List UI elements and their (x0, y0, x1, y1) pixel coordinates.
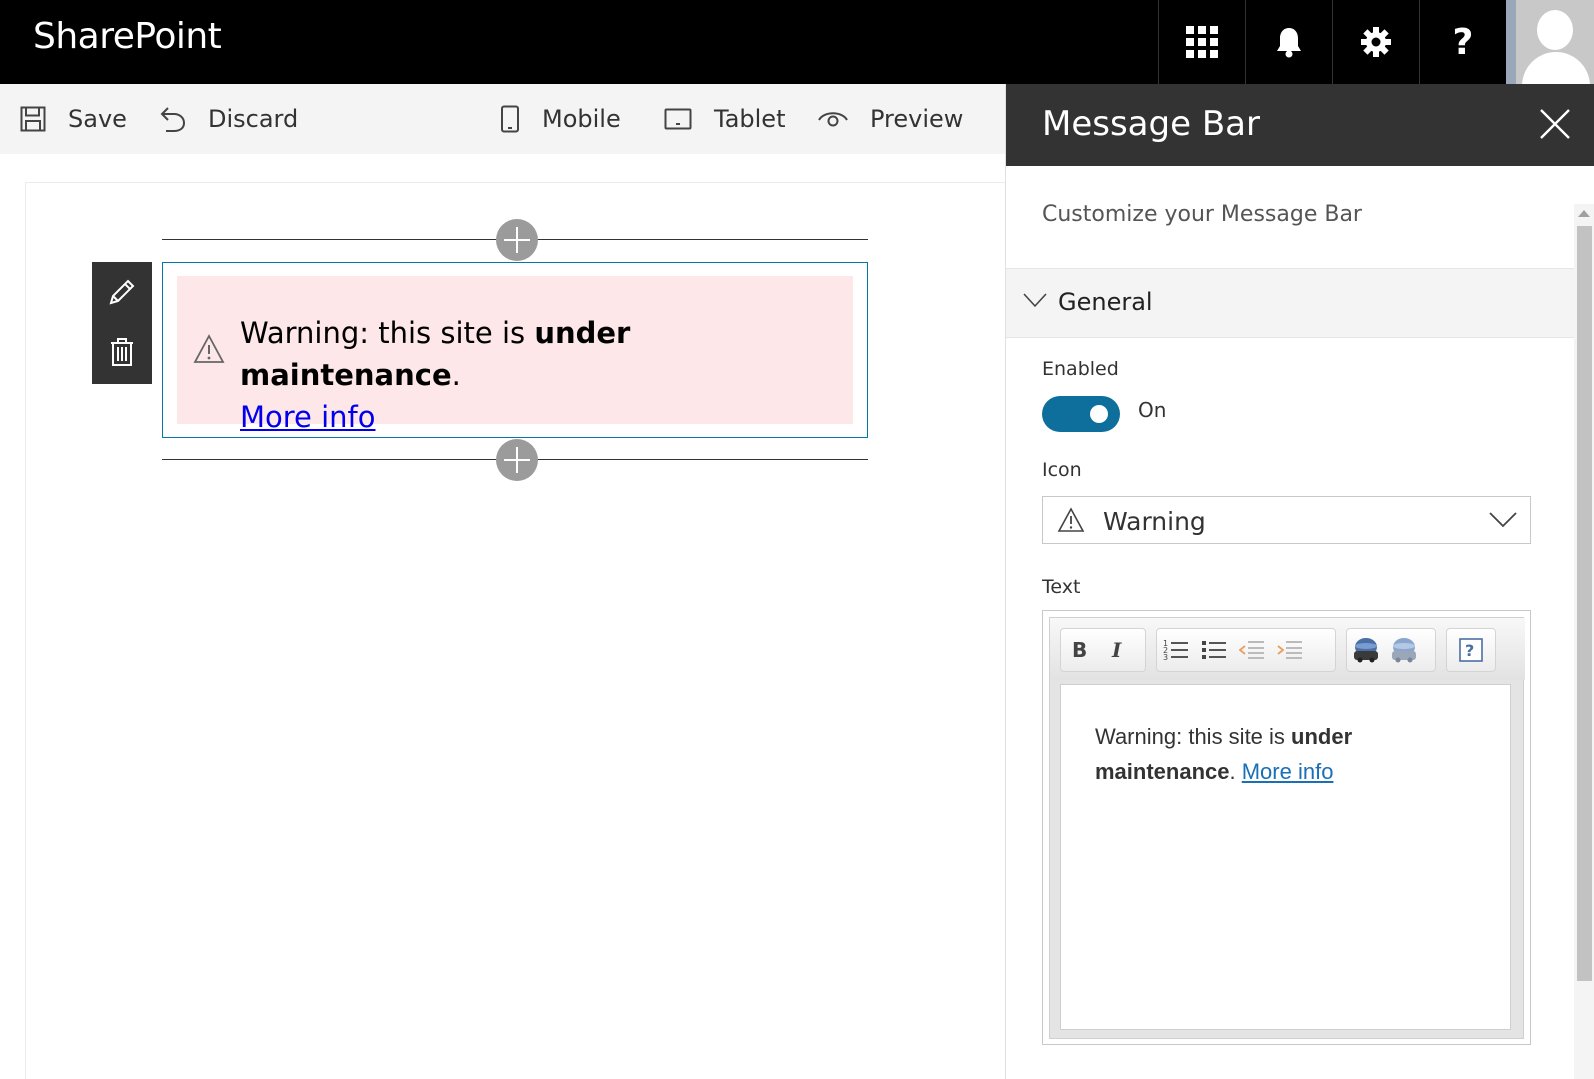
svg-text:I: I (1111, 639, 1122, 661)
mobile-button[interactable]: Mobile (500, 84, 621, 154)
add-webpart-above-button[interactable] (496, 219, 538, 261)
link-icon (1354, 638, 1378, 663)
suite-bar: SharePoint ? (0, 0, 1594, 84)
group-header-general[interactable]: General (1006, 268, 1574, 338)
warning-icon (193, 334, 225, 363)
editor-frame: B I 1 2 3 ? Warning: this site is under … (1049, 617, 1525, 1039)
delete-webpart-button[interactable] (92, 322, 152, 382)
italic-icon: I (1111, 639, 1122, 661)
editor-text-suffix: . (1229, 759, 1242, 784)
editor-text-prefix: Warning: this site is (1095, 724, 1292, 749)
webpart-toolbox (92, 262, 152, 384)
app-launcher-button[interactable] (1158, 0, 1245, 84)
group-label: General (1058, 288, 1153, 316)
help-group: ? (1446, 628, 1496, 672)
settings-button[interactable] (1332, 0, 1419, 84)
chevron-down-icon (1023, 293, 1047, 308)
rich-text-editor: B I 1 2 3 ? Warning: this site is under … (1042, 610, 1531, 1045)
brand-title[interactable]: SharePoint (33, 16, 222, 57)
trash-icon (111, 338, 133, 366)
toggle-knob (1090, 405, 1108, 423)
bell-icon (1277, 28, 1301, 58)
numbered-list-icon: 1 2 3 (1163, 639, 1188, 662)
decrease-indent-button[interactable] (1233, 630, 1271, 670)
enabled-toggle[interactable] (1042, 396, 1120, 432)
increase-indent-button[interactable] (1271, 630, 1309, 670)
pane-description: Customize your Message Bar (1042, 202, 1362, 227)
pencil-icon (109, 279, 135, 305)
save-button[interactable]: Save (20, 84, 127, 154)
tablet-icon (664, 108, 692, 130)
warning-icon (1057, 507, 1085, 532)
editor-toolbar: B I 1 2 3 ? (1050, 618, 1525, 680)
unlink-button[interactable] (1385, 630, 1423, 670)
svg-text:?: ? (1465, 641, 1474, 660)
bulleted-list-button[interactable] (1195, 630, 1233, 670)
message-text-suffix: . (451, 358, 461, 392)
tablet-button[interactable]: Tablet (664, 84, 785, 154)
avatar-head (1537, 10, 1573, 50)
scroll-up-icon[interactable] (1578, 210, 1590, 217)
editor-more-info-link[interactable]: More info (1242, 759, 1334, 784)
icon-dropdown-value: Warning (1103, 507, 1206, 536)
link-group (1346, 628, 1436, 672)
italic-button[interactable]: I (1099, 630, 1137, 670)
save-label: Save (68, 105, 127, 133)
editor-text: Warning: this site is under maintenance.… (1095, 719, 1475, 789)
pane-scrollbar[interactable] (1574, 204, 1594, 1079)
icon-label: Icon (1042, 459, 1082, 481)
avatar-body (1522, 52, 1590, 84)
toggle-state-text: On (1138, 398, 1167, 422)
notifications-button[interactable] (1245, 0, 1332, 84)
save-icon (20, 106, 46, 132)
help-icon: ? (1452, 21, 1474, 63)
tablet-label: Tablet (714, 105, 786, 133)
message-bar-webpart[interactable]: Warning: this site is under maintenance.… (162, 262, 868, 438)
undo-icon (160, 107, 186, 132)
more-info-link[interactable]: More info (240, 400, 376, 434)
format-group: B I (1060, 628, 1146, 672)
indent-icon (1277, 641, 1302, 659)
bold-icon: B (1072, 639, 1087, 661)
add-webpart-below-button[interactable] (496, 439, 538, 481)
text-label: Text (1042, 576, 1081, 598)
help-button[interactable]: ? (1419, 0, 1506, 84)
discard-label: Discard (208, 105, 299, 133)
bold-button[interactable]: B (1061, 630, 1099, 670)
unlink-icon (1392, 638, 1416, 663)
enabled-label: Enabled (1042, 358, 1119, 380)
scrollbar-thumb[interactable] (1577, 226, 1592, 981)
edit-webpart-button[interactable] (92, 262, 152, 322)
message-text-prefix: Warning: this site is (240, 316, 535, 350)
message-bar: Warning: this site is under maintenance.… (177, 276, 853, 434)
pane-header: Message Bar (1006, 84, 1594, 166)
mobile-icon (501, 105, 519, 133)
bulleted-list-icon (1202, 641, 1226, 659)
svg-text:B: B (1072, 639, 1087, 661)
list-group: 1 2 3 (1156, 628, 1336, 672)
editor-help-button[interactable]: ? (1447, 630, 1495, 670)
message-text: Warning: this site is under maintenance.… (240, 312, 853, 438)
mobile-label: Mobile (542, 105, 621, 133)
avatar[interactable] (1506, 0, 1594, 84)
eye-icon (818, 112, 848, 127)
numbered-list-button[interactable]: 1 2 3 (1157, 630, 1195, 670)
help-icon: ? (1459, 638, 1483, 662)
preview-label: Preview (870, 105, 964, 133)
close-icon[interactable] (1537, 106, 1573, 142)
svg-text:3: 3 (1163, 653, 1168, 662)
property-pane: Message Bar Customize your Message Bar G… (1005, 84, 1594, 1079)
command-bar: Save Discard Mobile Tablet Preview (0, 84, 1005, 154)
insert-link-button[interactable] (1347, 630, 1385, 670)
editor-content[interactable]: Warning: this site is under maintenance.… (1060, 684, 1511, 1030)
chevron-down-icon (1489, 512, 1517, 528)
discard-button[interactable]: Discard (160, 84, 298, 154)
gear-icon (1361, 27, 1391, 57)
icon-dropdown[interactable]: Warning (1042, 496, 1531, 544)
app-launcher-icon (1186, 26, 1218, 58)
preview-button[interactable]: Preview (818, 84, 963, 154)
pane-title: Message Bar (1042, 104, 1260, 144)
outdent-icon (1239, 641, 1264, 659)
